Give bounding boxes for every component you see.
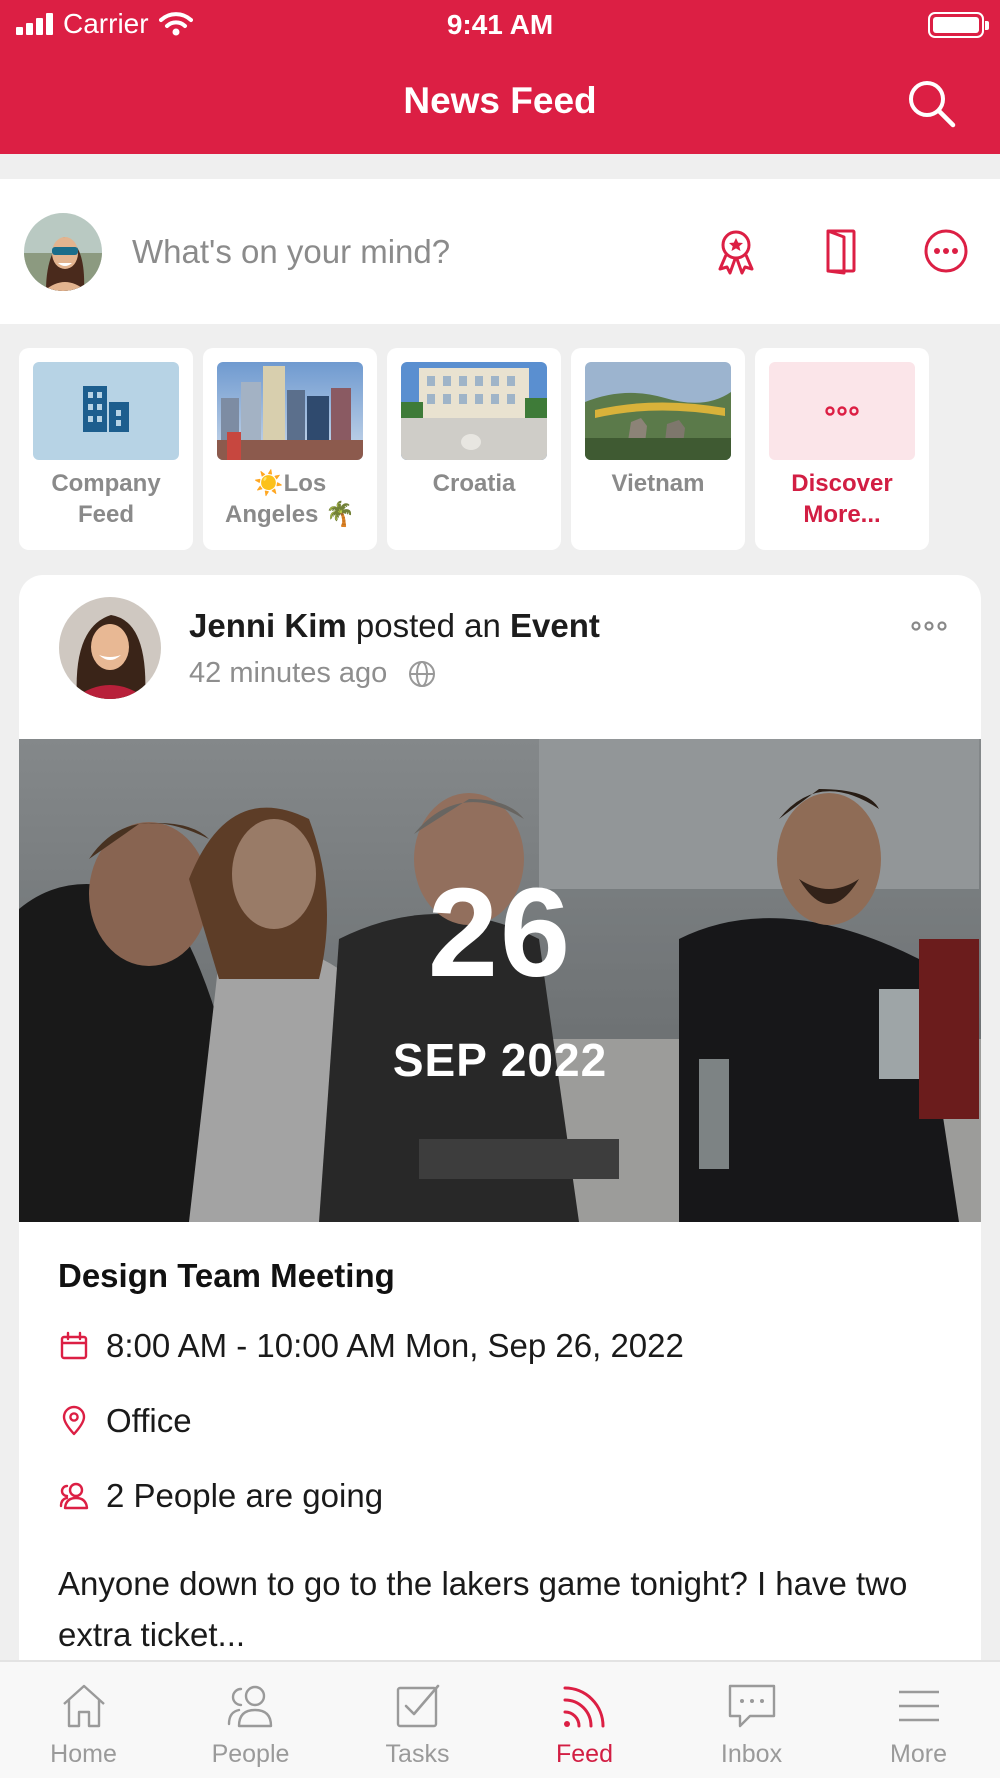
tab-feed[interactable]: Feed: [501, 1662, 668, 1778]
author-avatar[interactable]: [59, 597, 161, 699]
category-croatia[interactable]: Croatia: [387, 348, 561, 550]
tab-people[interactable]: People: [167, 1662, 334, 1778]
door-button[interactable]: [816, 225, 868, 277]
category-discover-more[interactable]: Discover More...: [755, 348, 929, 550]
post-action: posted an: [355, 607, 501, 644]
event-title[interactable]: Design Team Meeting: [58, 1257, 395, 1295]
door-icon: [826, 229, 856, 275]
feed-icon: [563, 1686, 605, 1728]
inbox-icon: [728, 1684, 776, 1728]
post-timestamp: 42 minutes ago: [189, 657, 388, 689]
menu-icon: [899, 1690, 939, 1722]
dots-icon: [825, 406, 859, 416]
search-button[interactable]: [904, 76, 960, 132]
event-time: 8:00 AM - 10:00 AM Mon, Sep 26, 2022: [106, 1327, 684, 1364]
category-label: Company Feed: [51, 470, 161, 528]
search-icon: [909, 81, 956, 128]
home-icon: [63, 1684, 105, 1728]
post-meta: 42 minutes ago: [189, 657, 437, 690]
vietnam-thumbnail: [585, 362, 731, 460]
tab-label: More: [890, 1740, 947, 1768]
tab-home[interactable]: Home: [0, 1662, 167, 1778]
discover-more-thumbnail: [769, 362, 915, 460]
category-vietnam[interactable]: Vietnam: [571, 348, 745, 550]
app-header: Carrier 9:41 AM News Feed: [0, 0, 1000, 154]
tab-label: People: [211, 1740, 290, 1768]
tab-label: Feed: [556, 1740, 613, 1768]
event-location: Office: [106, 1402, 192, 1439]
tab-label: Inbox: [720, 1740, 783, 1768]
post-headline: Jenni Kim posted an Event: [189, 607, 600, 645]
location-pin-icon: [62, 1405, 86, 1436]
post-body-text: Anyone down to go to the lakers game ton…: [58, 1565, 908, 1653]
globe-icon: [409, 660, 436, 687]
tasks-icon: [396, 1684, 440, 1728]
feed-categories: Company Feed ☀️Los Angeles 🌴 Croatia Vie…: [19, 348, 929, 550]
author-photo: [59, 597, 161, 699]
croatia-thumbnail: [401, 362, 547, 460]
avatar[interactable]: [24, 213, 102, 291]
page-title: News Feed: [403, 80, 597, 121]
category-label: Croatia: [432, 470, 516, 497]
post-type: Event: [510, 607, 600, 644]
user-photo: [24, 213, 102, 291]
status-bar: Carrier 9:41 AM: [0, 0, 1000, 50]
people-icon: [59, 1482, 89, 1510]
author-name[interactable]: Jenni Kim: [189, 607, 347, 644]
status-time: 9:41 AM: [446, 9, 554, 40]
event-attendees-row[interactable]: 2 People are going: [58, 1477, 383, 1515]
tab-inbox[interactable]: Inbox: [668, 1662, 835, 1778]
bottom-tab-bar: Home People Tasks Feed Inbox More: [0, 1660, 1000, 1778]
dots-icon: [911, 621, 947, 631]
calendar-icon: [60, 1331, 88, 1360]
award-ribbon-icon: [718, 230, 754, 275]
event-month-year: SEP 2022: [392, 1034, 608, 1086]
event-time-row: 8:00 AM - 10:00 AM Mon, Sep 26, 2022: [58, 1327, 684, 1365]
people-icon: [227, 1685, 273, 1728]
event-location-row: Office: [58, 1402, 192, 1440]
award-button[interactable]: [710, 225, 762, 277]
tab-more[interactable]: More: [835, 1662, 1000, 1778]
building-icon: [83, 386, 129, 432]
tab-label: Tasks: [385, 1740, 450, 1768]
status-input[interactable]: [132, 223, 652, 281]
tab-label: Home: [50, 1740, 117, 1768]
more-options-button[interactable]: [920, 225, 972, 277]
los-angeles-thumbnail: [217, 362, 363, 460]
company-feed-thumbnail: [33, 362, 179, 460]
category-label: ☀️Los Angeles 🌴: [225, 470, 355, 528]
category-label: Discover More...: [791, 470, 893, 528]
event-day: 26: [427, 862, 573, 1003]
tab-tasks[interactable]: Tasks: [334, 1662, 501, 1778]
post-composer: [0, 179, 1000, 324]
post-options-button[interactable]: [907, 611, 951, 641]
battery-icon: [928, 12, 989, 38]
event-attendees: 2 People are going: [106, 1477, 384, 1514]
category-los-angeles[interactable]: ☀️Los Angeles 🌴: [203, 348, 377, 550]
category-company-feed[interactable]: Company Feed: [19, 348, 193, 550]
more-circle-icon: [924, 229, 968, 273]
feed-post: Jenni Kim posted an Event 42 minutes ago: [19, 575, 981, 1778]
category-label: Vietnam: [611, 470, 705, 497]
